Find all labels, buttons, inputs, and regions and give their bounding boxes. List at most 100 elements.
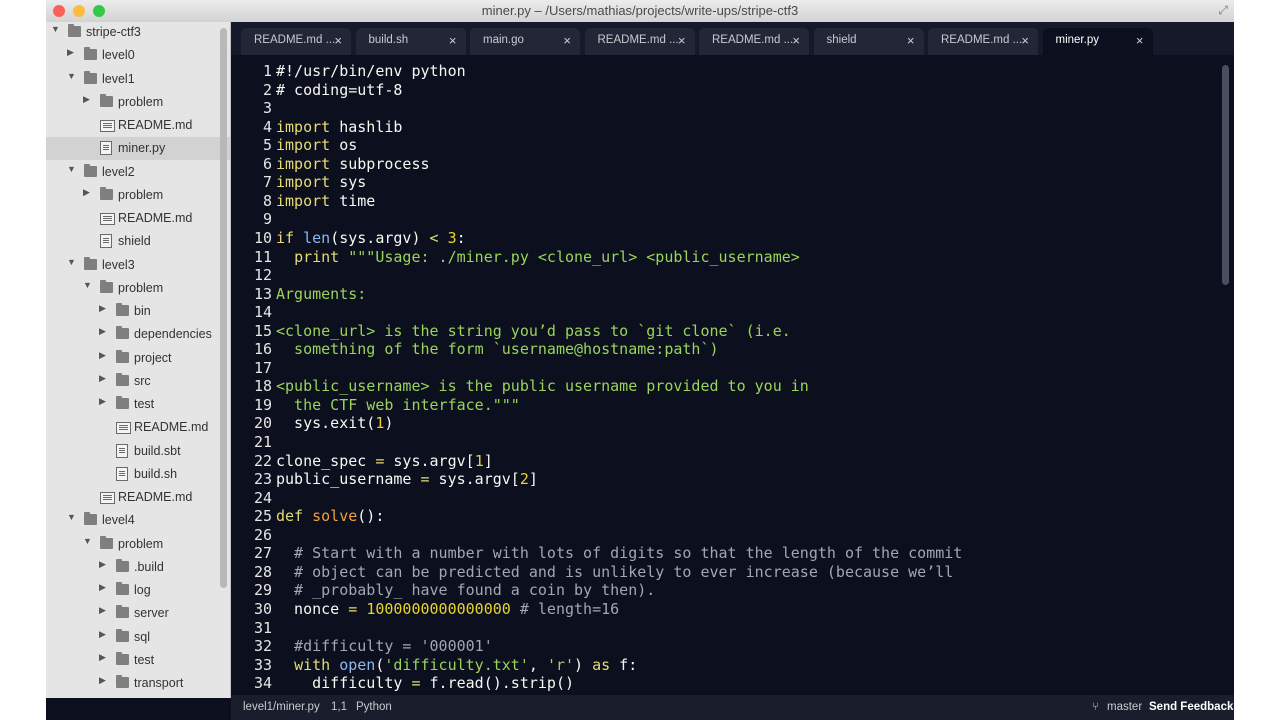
line-number: 14 <box>253 303 272 322</box>
code-token: sys <box>330 173 367 192</box>
folder-icon <box>84 163 97 177</box>
editor-scrollbar[interactable] <box>1222 65 1229 285</box>
sidebar-item-test[interactable]: ▶ test <box>46 393 230 416</box>
code-editor[interactable]: 1 #!/usr/bin/env python 2 # coding=utf-8 3 4 i… <box>231 55 1234 695</box>
folder-icon <box>100 186 113 200</box>
file-icon <box>116 466 128 481</box>
disclosure-expanded-icon[interactable]: ▼ <box>83 536 92 546</box>
send-feedback-link[interactable]: Send Feedback <box>1149 701 1233 713</box>
window-title: miner.py – /Users/mathias/projects/write… <box>481 3 799 18</box>
sidebar-item-readme-md[interactable]: README.md <box>46 486 230 509</box>
code-text: def solve(): <box>276 507 384 525</box>
sidebar-item-server[interactable]: ▶ server <box>46 602 230 625</box>
sidebar-item-label: level3 <box>102 257 135 272</box>
line-number: 27 <box>253 544 272 563</box>
sidebar-item-readme-md[interactable]: README.md <box>46 207 230 230</box>
tab-3[interactable]: README.md ... × <box>584 28 695 55</box>
sidebar-item-miner-py[interactable]: miner.py <box>46 137 230 161</box>
disclosure-expanded-icon[interactable]: ▼ <box>67 512 76 522</box>
tab-2[interactable]: main.go × <box>470 28 580 55</box>
sidebar-item-test[interactable]: ▶ test <box>46 649 230 672</box>
file-icon <box>100 492 115 504</box>
sidebar-item-src[interactable]: ▶ src <box>46 370 230 393</box>
sidebar-item-log[interactable]: ▶ log <box>46 579 230 602</box>
sidebar-item-shield[interactable]: shield <box>46 230 230 253</box>
tab-6[interactable]: README.md ... × <box>928 28 1038 55</box>
sidebar-item-util[interactable]: ▶util <box>46 695 230 698</box>
sidebar-item-problem[interactable]: ▼ problem <box>46 533 230 556</box>
close-tab-icon[interactable]: × <box>792 33 800 48</box>
disclosure-collapsed-icon[interactable]: ▶ <box>99 605 106 616</box>
sidebar-item-bin[interactable]: ▶ bin <box>46 300 230 323</box>
disclosure-collapsed-icon[interactable]: ▶ <box>99 303 106 314</box>
close-tab-icon[interactable]: × <box>334 33 342 48</box>
tab-0[interactable]: README.md ... × <box>241 28 351 55</box>
line-number: 16 <box>253 340 272 359</box>
disclosure-expanded-icon[interactable]: ▼ <box>51 24 60 34</box>
disclosure-collapsed-icon[interactable]: ▶ <box>99 350 106 361</box>
sidebar-item-sql[interactable]: ▶ sql <box>46 626 230 649</box>
disclosure-collapsed-icon[interactable]: ▶ <box>99 396 106 407</box>
disclosure-collapsed-icon[interactable]: ▶ <box>99 326 106 337</box>
disclosure-collapsed-icon[interactable]: ▶ <box>99 582 106 593</box>
close-tab-icon[interactable]: × <box>907 33 915 48</box>
disclosure-expanded-icon[interactable]: ▼ <box>67 71 76 81</box>
disclosure-collapsed-icon[interactable]: ▶ <box>67 47 74 58</box>
close-tab-icon[interactable]: × <box>449 33 457 48</box>
sidebar-item-build-sbt[interactable]: build.sbt <box>46 440 230 463</box>
disclosure-expanded-icon[interactable]: ▼ <box>83 280 92 290</box>
sidebar-scrollbar[interactable] <box>220 28 227 588</box>
disclosure-collapsed-icon[interactable]: ▶ <box>99 675 106 686</box>
status-syntax-language[interactable]: Python <box>356 701 392 713</box>
sidebar-item-problem[interactable]: ▼ problem <box>46 277 230 300</box>
close-tab-icon[interactable]: × <box>1136 33 1144 48</box>
fullscreen-icon[interactable]: ⤢ <box>1218 3 1228 18</box>
line-number: 29 <box>253 581 272 600</box>
project-sidebar: ▼ stripe-ctf3 ▶ level0 ▼ level1 ▶ problem README… <box>46 22 231 698</box>
line-number: 2 <box>262 80 272 99</box>
title-bar[interactable]: miner.py – /Users/mathias/projects/write… <box>46 0 1234 23</box>
disclosure-collapsed-icon[interactable]: ▶ <box>99 559 106 570</box>
sidebar-item-level3[interactable]: ▼ level3 <box>46 254 230 277</box>
folder-icon <box>84 47 97 61</box>
sidebar-item-problem[interactable]: ▶ problem <box>46 184 230 207</box>
code-text: Arguments: <box>276 285 366 303</box>
disclosure-collapsed-icon[interactable]: ▶ <box>83 187 90 198</box>
sidebar-item-readme-md[interactable]: README.md <box>46 114 230 137</box>
sidebar-item-label: stripe-ctf3 <box>86 25 141 39</box>
sidebar-item-transport[interactable]: ▶ transport <box>46 672 230 695</box>
sidebar-item-level4[interactable]: ▼ level4 <box>46 509 230 532</box>
sidebar-item-problem[interactable]: ▶ problem <box>46 91 230 114</box>
close-tab-icon[interactable]: × <box>678 33 686 48</box>
code-text: clone_spec = sys.argv[1] <box>276 452 493 470</box>
line-number: 31 <box>253 618 272 637</box>
sidebar-item-build-sh[interactable]: build.sh <box>46 463 230 486</box>
disclosure-expanded-icon[interactable]: ▼ <box>67 257 76 267</box>
sidebar-item-label: test <box>134 397 155 411</box>
folder-icon <box>116 349 129 363</box>
code-token: public_username <box>276 470 421 489</box>
sidebar-item-dependencies[interactable]: ▶ dependencies <box>46 323 230 346</box>
close-tab-icon[interactable]: × <box>563 33 571 48</box>
tab-4[interactable]: README.md ... × <box>699 28 809 55</box>
sidebar-item-level0[interactable]: ▶ level0 <box>46 44 230 67</box>
status-branch[interactable]: master <box>1107 701 1142 713</box>
sidebar-item-build[interactable]: ▶ .build <box>46 556 230 579</box>
tab-7[interactable]: miner.py × <box>1042 28 1153 55</box>
tab-1[interactable]: build.sh × <box>355 28 466 55</box>
disclosure-collapsed-icon[interactable]: ▶ <box>99 629 106 640</box>
sidebar-item-label: sql <box>134 629 150 644</box>
disclosure-collapsed-icon[interactable]: ▶ <box>99 373 106 384</box>
sidebar-item-project[interactable]: ▶ project <box>46 347 230 370</box>
code-text: # coding=utf-8 <box>276 81 402 99</box>
sidebar-item-stripe-ctf3[interactable]: ▼ stripe-ctf3 <box>46 22 230 44</box>
disclosure-collapsed-icon[interactable]: ▶ <box>83 94 90 105</box>
code-token: 1 <box>474 451 484 470</box>
sidebar-item-level1[interactable]: ▼ level1 <box>46 68 230 91</box>
sidebar-item-level2[interactable]: ▼ level2 <box>46 161 230 184</box>
close-tab-icon[interactable]: × <box>1021 33 1029 48</box>
disclosure-expanded-icon[interactable]: ▼ <box>67 164 76 174</box>
sidebar-item-readme-md[interactable]: README.md <box>46 416 230 439</box>
disclosure-collapsed-icon[interactable]: ▶ <box>99 652 106 663</box>
tab-5[interactable]: shield × <box>813 28 924 55</box>
